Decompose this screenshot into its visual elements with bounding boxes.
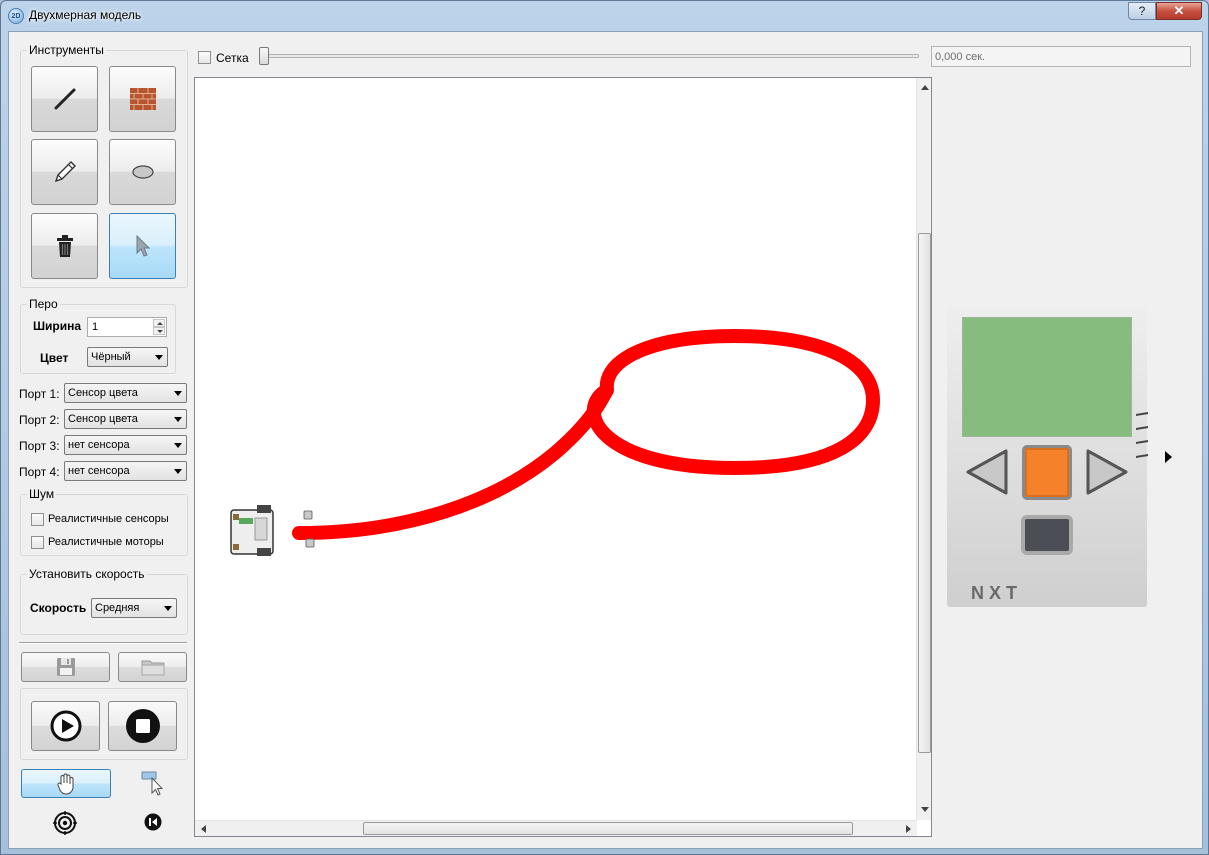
port-1-value: Сенсор цвета — [68, 387, 138, 399]
nxt-back-button[interactable] — [1021, 515, 1073, 555]
save-button[interactable] — [21, 652, 110, 682]
brick-wall-icon — [129, 88, 156, 110]
time-display: 0,000 сек. — [931, 46, 1191, 67]
speed-group-title: Установить скорость — [27, 567, 147, 581]
hand-tool-button[interactable] — [21, 769, 111, 798]
cursor-with-rect-icon[interactable] — [140, 770, 166, 796]
vertical-scroll-thumb[interactable] — [918, 233, 931, 753]
spin-up-arrow-icon[interactable] — [153, 319, 165, 327]
horizontal-scrollbar[interactable] — [195, 820, 917, 836]
dropdown-arrow-icon — [155, 355, 163, 360]
dropdown-arrow-icon — [174, 443, 182, 448]
realistic-sensors-label: Реалистичные сенсоры — [48, 513, 169, 525]
window-title: Двухмерная модель — [29, 8, 142, 22]
port-1-label: Порт 1: — [19, 387, 60, 401]
realistic-motors-label: Реалистичные моторы — [48, 536, 164, 548]
dropdown-arrow-icon — [174, 417, 182, 422]
ellipse-tool-button[interactable] — [109, 139, 176, 205]
port-2-select[interactable]: Сенсор цвета — [64, 409, 187, 429]
pen-color-select[interactable]: Чёрный — [87, 347, 168, 367]
line-tool-button[interactable] — [31, 66, 98, 132]
port-4-select[interactable]: нет сенсора — [64, 461, 187, 481]
grid-checkbox[interactable] — [198, 51, 211, 64]
close-button[interactable]: ✕ — [1156, 2, 1202, 20]
stop-button[interactable] — [108, 701, 177, 751]
horizontal-scroll-thumb[interactable] — [363, 822, 853, 835]
scroll-down-arrow-icon[interactable] — [921, 807, 929, 812]
spin-down-arrow-icon[interactable] — [153, 327, 165, 335]
dropdown-arrow-icon — [174, 391, 182, 396]
pen-group-title: Перо — [27, 297, 60, 311]
stop-icon — [125, 709, 160, 743]
pen-color-label: Цвет — [40, 351, 69, 365]
nxt-left-button[interactable] — [964, 447, 1010, 497]
simulation-canvas[interactable] — [194, 77, 932, 837]
port-2-value: Сенсор цвета — [68, 413, 138, 425]
play-button[interactable] — [31, 701, 100, 751]
port-3-label: Порт 3: — [19, 439, 60, 453]
delete-tool-button[interactable] — [31, 213, 98, 279]
time-slider-track[interactable] — [261, 54, 919, 58]
floppy-disk-icon — [56, 658, 75, 676]
scene[interactable] — [195, 78, 917, 822]
ellipse-icon — [131, 165, 154, 179]
target-icon[interactable] — [53, 811, 77, 835]
folder-icon — [141, 660, 164, 676]
port-3-select[interactable]: нет сенсора — [64, 435, 187, 455]
port-4-label: Порт 4: — [19, 465, 60, 479]
cursor-icon — [136, 235, 150, 257]
port-4-value: нет сенсора — [68, 465, 130, 477]
speed-label: Скорость — [30, 601, 87, 615]
scroll-up-arrow-icon[interactable] — [921, 85, 929, 90]
open-button[interactable] — [118, 652, 187, 682]
title-bar[interactable]: 2D Двухмерная модель ? ✕ — [1, 1, 1208, 31]
nxt-logo: NXT — [971, 583, 1022, 603]
pen-width-label: Ширина — [33, 319, 82, 333]
app-window: 2D Двухмерная модель ? ✕ Инструменты Пер… — [0, 0, 1209, 855]
nxt-brick: NXT — [947, 307, 1149, 607]
speed-select[interactable]: Средняя — [91, 598, 177, 618]
wall-tool-button[interactable] — [109, 66, 176, 132]
port-2-label: Порт 2: — [19, 413, 60, 427]
app-icon: 2D — [8, 8, 24, 24]
nxt-right-button[interactable] — [1084, 447, 1130, 497]
client-area: Инструменты Перо Ширина 1 Цвет Чёрный По… — [8, 31, 1203, 849]
hand-icon — [57, 773, 74, 795]
pen-width-spinbox[interactable]: 1 — [87, 317, 167, 337]
robot-trace — [292, 329, 880, 540]
play-icon — [50, 710, 81, 742]
pencil-tool-button[interactable] — [31, 139, 98, 205]
time-slider-thumb[interactable] — [259, 47, 269, 65]
dropdown-arrow-icon — [174, 469, 182, 474]
nxt-center-button[interactable] — [1022, 445, 1072, 500]
realistic-sensors-checkbox[interactable] — [31, 513, 44, 526]
line-icon — [54, 88, 75, 110]
noise-group-title: Шум — [27, 487, 57, 501]
speed-value: Средняя — [95, 602, 140, 614]
scroll-left-arrow-icon[interactable] — [201, 825, 206, 833]
pencil-icon — [54, 161, 76, 183]
port-1-select[interactable]: Сенсор цвета — [64, 383, 187, 403]
scroll-right-arrow-icon[interactable] — [906, 825, 911, 833]
expand-panel-arrow-icon[interactable] — [1165, 451, 1172, 463]
left-panel-separator — [19, 642, 187, 644]
trash-icon — [56, 235, 73, 257]
help-button[interactable]: ? — [1128, 2, 1156, 20]
nxt-screen — [962, 317, 1132, 437]
reset-icon[interactable] — [144, 813, 162, 831]
dropdown-arrow-icon — [164, 606, 172, 611]
grid-label: Сетка — [216, 51, 249, 65]
realistic-motors-checkbox[interactable] — [31, 536, 44, 549]
pen-width-value: 1 — [92, 321, 99, 333]
select-tool-button[interactable] — [109, 213, 176, 279]
tools-group-title: Инструменты — [27, 43, 106, 57]
pen-color-value: Чёрный — [91, 351, 131, 363]
vertical-scrollbar[interactable] — [916, 78, 931, 820]
port-3-value: нет сенсора — [68, 439, 130, 451]
nxt-speaker-lines — [1136, 412, 1149, 458]
